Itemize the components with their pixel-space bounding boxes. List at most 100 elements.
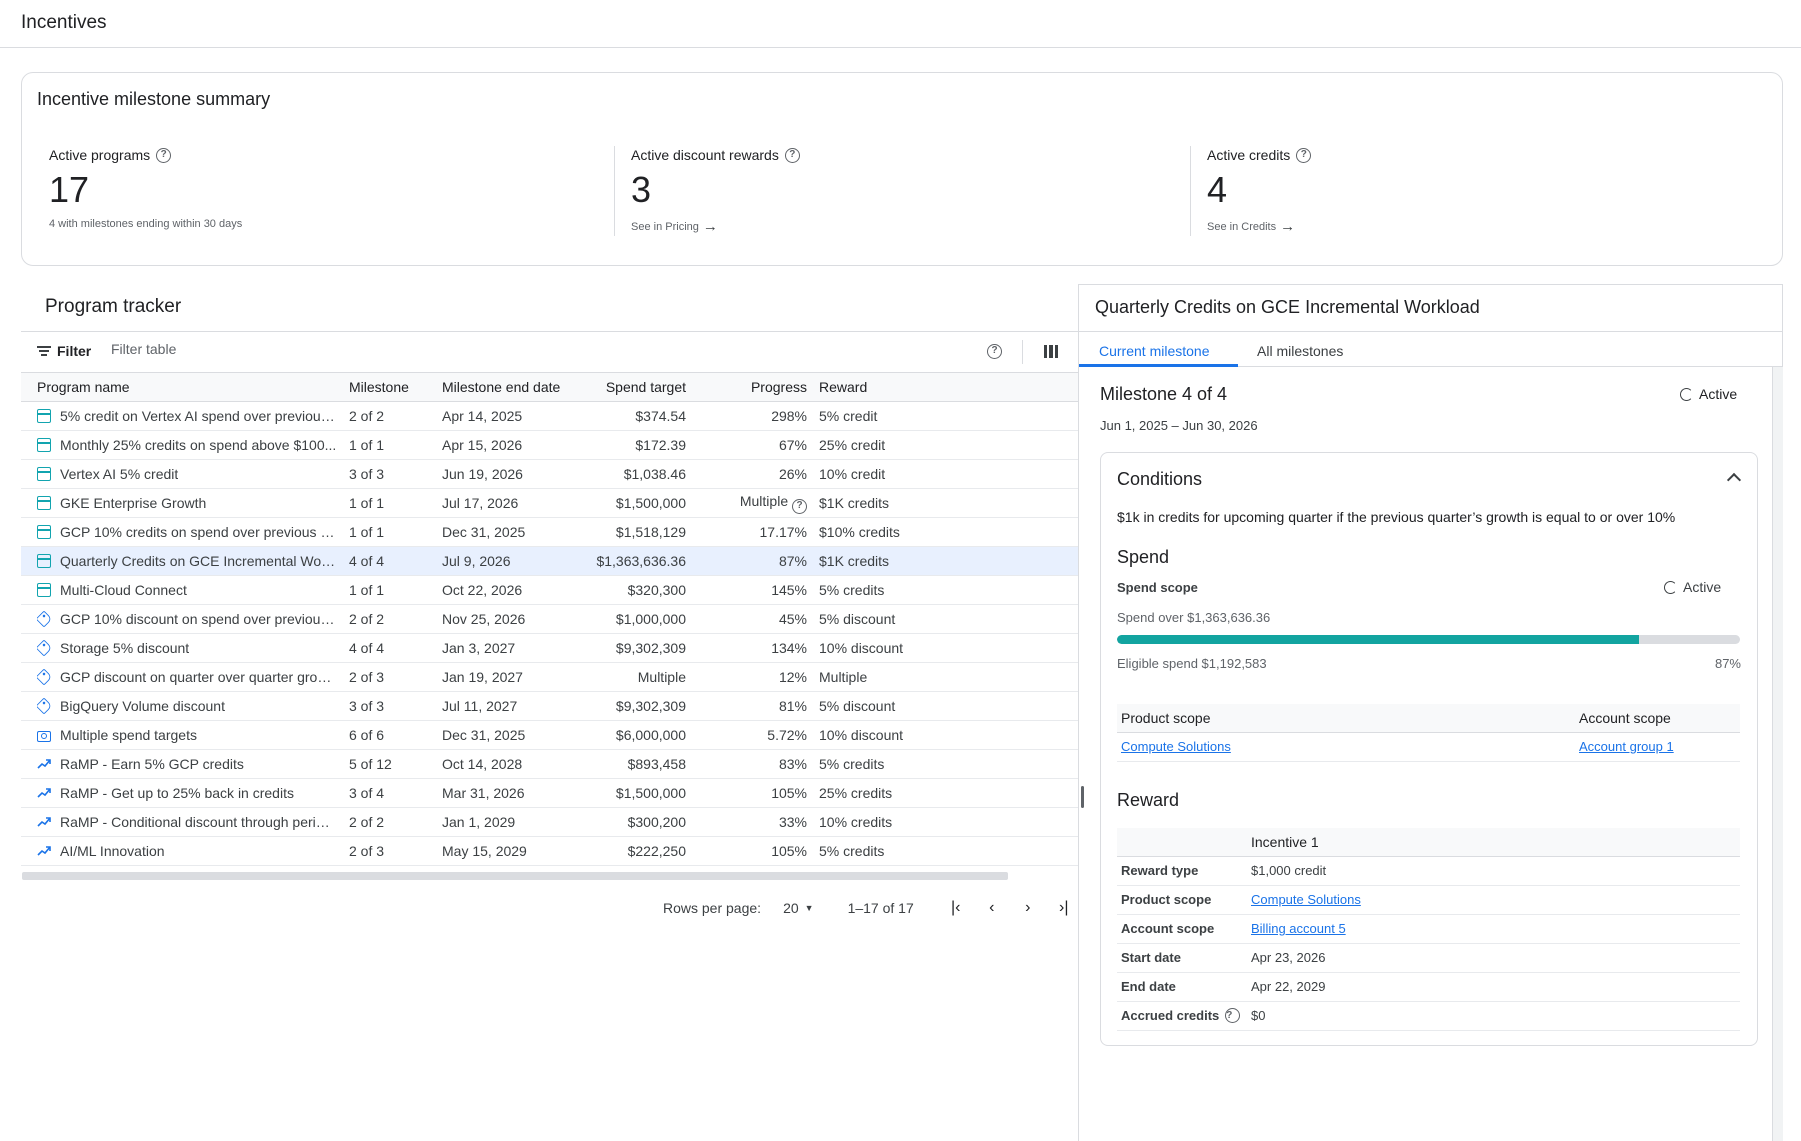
reward-value: Apr 22, 2029 [1251, 979, 1326, 994]
column-header-spend-target[interactable]: Spend target [575, 372, 692, 402]
table-row[interactable]: GCP 10% discount on spend over previous … [21, 604, 1078, 634]
table-row[interactable]: Monthly 25% credits on spend above $100.… [21, 430, 1078, 460]
spend-target-text: Spend over $1,363,636.36 [1117, 610, 1271, 625]
program-name[interactable]: GCP 10% credits on spend over previous q… [60, 524, 337, 540]
reward-value: $0 [1251, 1008, 1266, 1023]
table-row[interactable]: Storage 5% discount 4 of 4 Jan 3, 2027 $9,3… [21, 633, 1078, 663]
progress-cell: 83% [692, 749, 813, 779]
reward-value-link[interactable]: Compute Solutions [1251, 892, 1361, 907]
program-name[interactable]: GCP discount on quarter over quarter gro… [60, 669, 337, 685]
column-header-end-date[interactable]: Milestone end date [436, 372, 575, 402]
progress-value: 67% [778, 437, 807, 453]
program-name[interactable]: Multiple spend targets [60, 727, 197, 743]
tab-current-milestone[interactable]: Current milestone [1099, 343, 1210, 359]
filter-table-input[interactable] [111, 341, 411, 357]
table-row[interactable]: RaMP - Get up to 25% back in credits 3 of… [21, 778, 1078, 808]
progress-value: 105% [771, 843, 807, 859]
program-name[interactable]: Vertex AI 5% credit [60, 466, 178, 482]
pagination: Rows per page: 20 ▼ 1–17 of 17 |‹ ‹ › ›| [663, 896, 1082, 920]
table-row[interactable]: GCP 10% credits on spend over previous q… [21, 517, 1078, 547]
program-name[interactable]: AI/ML Innovation [60, 843, 165, 859]
reward-cell: 25% credits [813, 778, 1078, 808]
gift-icon [37, 554, 51, 568]
end-date-cell: Nov 25, 2026 [436, 604, 575, 634]
horizontal-scrollbar[interactable] [22, 872, 1008, 880]
program-name[interactable]: Storage 5% discount [60, 640, 189, 656]
table-row[interactable]: GKE Enterprise Growth 1 of 1 Jul 17, 2026 $… [21, 488, 1078, 518]
end-date-cell: Oct 22, 2026 [436, 575, 575, 605]
table-row[interactable]: AI/ML Innovation 2 of 3 May 15, 2029 $222,… [21, 836, 1078, 866]
account-scope-link[interactable]: Account group 1 [1579, 739, 1674, 754]
column-header-milestone[interactable]: Milestone [343, 372, 436, 402]
progress-cell: 5.72% [692, 720, 813, 750]
resize-handle[interactable] [1081, 786, 1084, 808]
column-display-icon[interactable] [1044, 345, 1058, 358]
reward-key: End date [1121, 979, 1176, 994]
money-icon [37, 730, 51, 742]
table-row[interactable]: BigQuery Volume discount 3 of 3 Jul 11, 20… [21, 691, 1078, 721]
table-row[interactable]: RaMP - Earn 5% GCP credits 5 of 12 Oct 14,… [21, 749, 1078, 779]
progress-cell: 12% [692, 662, 813, 692]
link-label[interactable]: See in Pricing [631, 221, 699, 233]
help-icon[interactable]: ? [784, 147, 800, 163]
filter-button[interactable]: Filter [37, 343, 91, 359]
help-icon[interactable]: ? [987, 344, 1002, 359]
spend-progress-fill [1117, 635, 1640, 644]
milestone-cell: 3 of 3 [343, 459, 436, 489]
vertical-scrollbar[interactable] [1772, 367, 1783, 1141]
program-name[interactable]: Monthly 25% credits on spend above $100.… [60, 437, 336, 453]
filter-icon [37, 346, 51, 356]
column-header-reward[interactable]: Reward [813, 372, 1078, 402]
milestone-cell: 1 of 1 [343, 430, 436, 460]
progress-cell: 87% [692, 546, 813, 576]
program-name[interactable]: RaMP - Earn 5% GCP credits [60, 756, 244, 772]
next-page-icon[interactable]: › [1010, 899, 1046, 917]
spend-progress-bar [1117, 635, 1740, 644]
help-icon[interactable]: ? [156, 147, 172, 163]
help-icon[interactable]: ? [1225, 1008, 1241, 1023]
product-scope-link[interactable]: Compute Solutions [1121, 739, 1231, 754]
tag-icon [37, 669, 53, 685]
help-icon[interactable]: ? [792, 498, 807, 514]
program-name[interactable]: GCP 10% discount on spend over previous … [60, 611, 337, 627]
program-name[interactable]: Quarterly Credits on GCE Incremental Wor… [60, 553, 337, 569]
previous-page-icon[interactable]: ‹ [974, 899, 1010, 917]
table-row: Product scope Compute Solutions [1117, 885, 1740, 915]
last-page-icon[interactable]: ›| [1046, 899, 1082, 917]
progress-cell: 145% [692, 575, 813, 605]
first-page-icon[interactable]: |‹ [938, 899, 974, 917]
spend-status: Active [1664, 579, 1721, 595]
table-row[interactable]: RaMP - Conditional discount through peri… [21, 807, 1078, 837]
chevron-up-icon[interactable] [1726, 472, 1742, 488]
table-row[interactable]: 5% credit on Vertex AI spend over previo… [21, 401, 1078, 431]
reward-value-link[interactable]: Billing account 5 [1251, 921, 1346, 936]
program-name[interactable]: RaMP - Conditional discount through peri… [60, 814, 337, 830]
program-name[interactable]: Multi-Cloud Connect [60, 582, 187, 598]
reward-key: Start date [1121, 950, 1181, 965]
milestone-cell: 2 of 3 [343, 836, 436, 866]
milestone-cell: 5 of 12 [343, 749, 436, 779]
program-name[interactable]: GKE Enterprise Growth [60, 495, 206, 511]
program-name[interactable]: 5% credit on Vertex AI spend over previo… [60, 408, 337, 424]
table-row[interactable]: Multi-Cloud Connect 1 of 1 Oct 22, 2026 $32… [21, 575, 1078, 605]
table-row[interactable]: Vertex AI 5% credit 3 of 3 Jun 19, 2026 $1,… [21, 459, 1078, 489]
table-row: Start date Apr 23, 2026 [1117, 943, 1740, 973]
table-row[interactable]: Quarterly Credits on GCE Incremental Wor… [21, 546, 1078, 576]
tab-all-milestones[interactable]: All milestones [1257, 343, 1343, 359]
program-name[interactable]: BigQuery Volume discount [60, 698, 225, 714]
program-name[interactable]: RaMP - Get up to 25% back in credits [60, 785, 294, 801]
rows-per-page-select[interactable]: 20 ▼ [783, 900, 814, 916]
column-header-program-name[interactable]: Program name [21, 372, 343, 402]
see-in-pricing-link[interactable]: See in Pricing → [631, 218, 1174, 235]
column-header-progress[interactable]: Progress [692, 372, 813, 402]
link-label[interactable]: See in Credits [1207, 221, 1276, 233]
see-in-credits-link[interactable]: See in Credits → [1207, 218, 1750, 235]
help-icon[interactable]: ? [1296, 147, 1312, 163]
table-row[interactable]: GCP discount on quarter over quarter gro… [21, 662, 1078, 692]
spend-target-cell: $1,038.46 [575, 459, 692, 489]
metric-active-programs: Active programs? 17 4 with milestones en… [49, 146, 609, 236]
table-row[interactable]: Multiple spend targets 6 of 6 Dec 31, 2025… [21, 720, 1078, 750]
spend-title: Spend [1117, 547, 1170, 567]
milestone-cell: 3 of 3 [343, 691, 436, 721]
arrow-right-icon: → [702, 218, 718, 235]
